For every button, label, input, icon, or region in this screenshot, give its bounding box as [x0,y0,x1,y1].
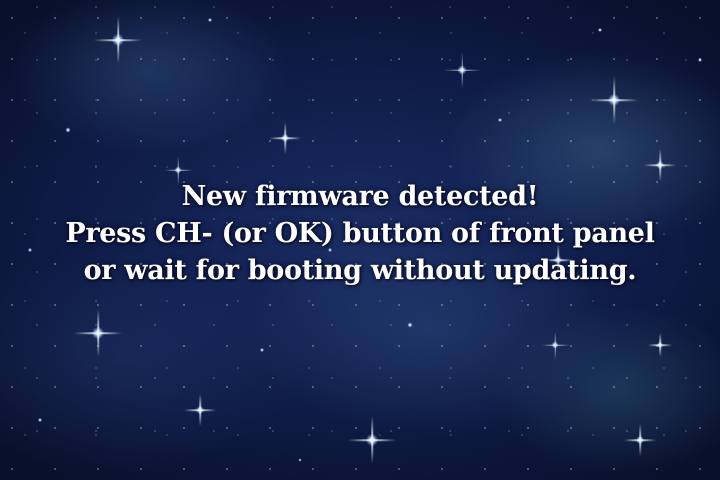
message-line-2: Press CH- (or OK) button of front panel [65,218,655,249]
star-icon [281,134,289,142]
message-line-3: or wait for booting without updating. [83,255,637,286]
star-icon [636,436,644,444]
star-icon [196,406,204,414]
star-icon [498,118,502,122]
star-icon [657,342,663,348]
star-icon [174,166,182,174]
star-icon [208,18,212,22]
star-icon [698,58,702,62]
star-icon [407,322,413,328]
message-line-1: New firmware detected! [181,181,539,212]
star-icon [65,127,71,133]
boot-screen: New firmware detected! Press CH- (or OK)… [0,0,720,480]
star-icon [112,34,124,46]
star-icon [608,94,620,106]
star-icon [598,28,602,32]
star-icon [38,418,42,422]
star-icon [551,341,559,349]
firmware-update-message: New firmware detected! Press CH- (or OK)… [0,178,720,289]
star-icon [92,327,104,339]
star-icon [656,161,664,169]
star-icon [457,65,467,75]
star-icon [366,434,378,446]
star-icon [260,348,264,352]
star-icon [298,458,302,462]
